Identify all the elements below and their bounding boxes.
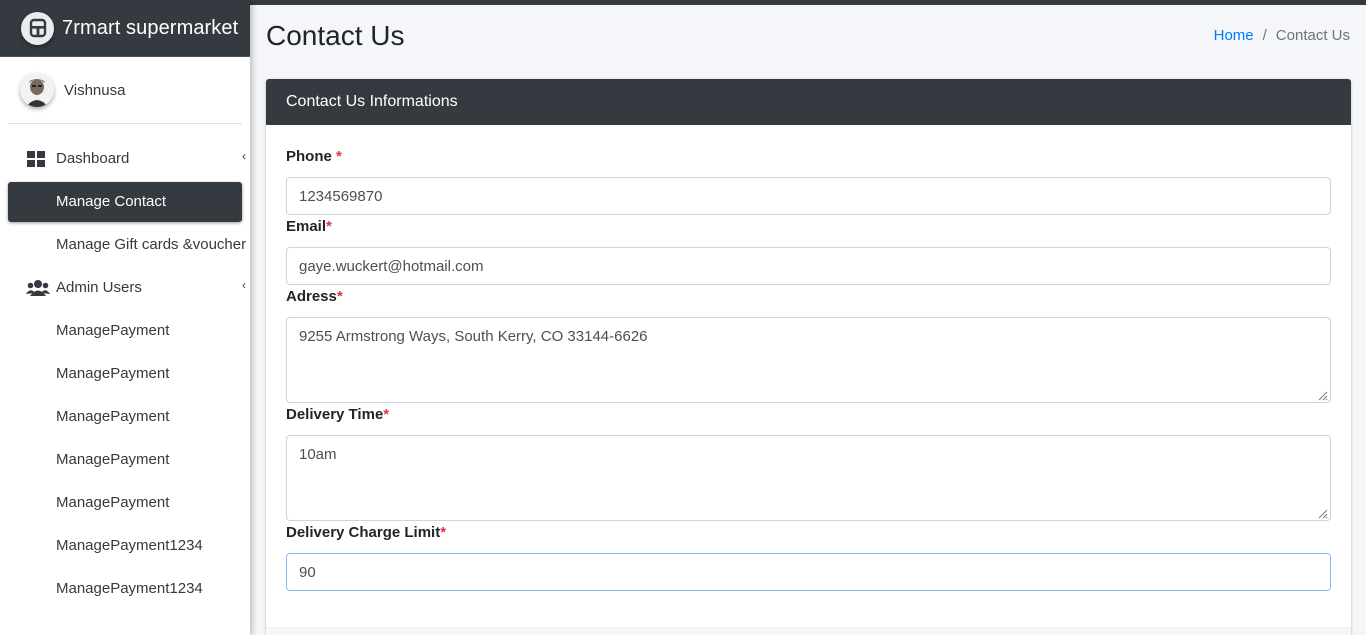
address-textarea-value: 9255 Armstrong Ways, South Kerry, CO 331… bbox=[299, 328, 648, 345]
required-marker: * bbox=[440, 524, 447, 541]
brand-link[interactable]: 7rmart supermarket bbox=[0, 0, 250, 57]
card-title: Contact Us Informations bbox=[286, 93, 458, 110]
sidebar-item-manage-gift-cards[interactable]: Manage Gift cards &voucher bbox=[8, 225, 246, 265]
sidebar-nav: Dashboard ‹ Manage Contact Manage Gift c… bbox=[0, 124, 250, 609]
required-marker: * bbox=[336, 288, 343, 305]
email-input-value: gaye.wuckert@hotmail.com bbox=[299, 257, 484, 275]
sidebar-item-label: Manage Contact bbox=[56, 193, 167, 210]
required-marker: * bbox=[336, 148, 342, 165]
sidebar-item-label: Dashboard bbox=[56, 150, 130, 167]
chevron-left-icon[interactable]: ‹ bbox=[242, 149, 246, 163]
resize-handle-icon[interactable] bbox=[1316, 388, 1328, 401]
brand-name: 7rmart supermarket bbox=[62, 16, 239, 39]
users-icon bbox=[26, 279, 50, 297]
sidebar-item-manage-payment[interactable]: ManagePayment bbox=[8, 440, 242, 480]
delivery-time-label: Delivery Time* bbox=[286, 406, 389, 423]
sidebar-item-label: Manage Gift cards &voucher bbox=[56, 236, 247, 253]
sidebar-item-manage-payment[interactable]: ManagePayment bbox=[8, 397, 242, 437]
dashboard-icon bbox=[26, 150, 48, 168]
sidebar-item-label: ManagePayment1234 bbox=[56, 537, 203, 554]
sidebar: 7rmart supermarket Vishnusa Dashboard ‹ … bbox=[0, 0, 250, 635]
delivery-charge-limit-label-text: Delivery Charge Limit bbox=[286, 524, 441, 541]
sidebar-item-manage-payment[interactable]: ManagePayment bbox=[8, 354, 242, 394]
contact-info-card: Contact Us Informations Phone * 12345698… bbox=[266, 79, 1351, 635]
sidebar-item-manage-payment[interactable]: ManagePayment bbox=[8, 483, 242, 523]
breadcrumb: Home / Contact Us bbox=[1214, 27, 1350, 44]
page-title: Contact Us bbox=[266, 20, 405, 51]
sidebar-item-label: ManagePayment bbox=[56, 365, 170, 382]
address-label-text: Adress bbox=[286, 288, 337, 305]
sidebar-item-admin-users[interactable]: Admin Users ‹ bbox=[8, 268, 246, 308]
phone-label: Phone * bbox=[286, 148, 342, 165]
email-input[interactable]: gaye.wuckert@hotmail.com bbox=[286, 247, 1331, 285]
address-textarea[interactable]: 9255 Armstrong Ways, South Kerry, CO 331… bbox=[286, 317, 1331, 403]
phone-label-text: Phone bbox=[286, 148, 332, 165]
chevron-left-icon[interactable]: ‹ bbox=[242, 278, 246, 292]
delivery-charge-limit-label: Delivery Charge Limit* bbox=[286, 524, 446, 541]
resize-handle-icon[interactable] bbox=[1316, 506, 1328, 519]
sidebar-item-manage-payment-1234[interactable]: ManagePayment1234 bbox=[8, 569, 242, 609]
user-name[interactable]: Vishnusa bbox=[64, 82, 125, 99]
user-panel[interactable]: Vishnusa bbox=[8, 57, 242, 124]
email-label-text: Email bbox=[286, 218, 327, 235]
sidebar-item-label: ManagePayment1234 bbox=[56, 580, 203, 597]
sidebar-item-label: ManagePayment bbox=[56, 494, 170, 511]
sidebar-item-manage-payment[interactable]: ManagePayment bbox=[8, 311, 242, 351]
address-label: Adress* bbox=[286, 288, 343, 305]
delivery-charge-limit-input[interactable]: 90 bbox=[286, 553, 1331, 591]
email-label: Email* bbox=[286, 218, 332, 235]
phone-input[interactable]: 1234569870 bbox=[286, 177, 1331, 215]
delivery-charge-limit-input-value: 90 bbox=[299, 563, 316, 581]
sidebar-item-label: Admin Users bbox=[56, 279, 142, 296]
card-footer bbox=[266, 627, 1351, 635]
avatar bbox=[20, 73, 54, 107]
breadcrumb-separator: / bbox=[1262, 27, 1267, 44]
delivery-time-label-text: Delivery Time bbox=[286, 406, 384, 423]
required-marker: * bbox=[326, 218, 332, 235]
sidebar-item-label: ManagePayment bbox=[56, 322, 170, 339]
sidebar-item-label: ManagePayment bbox=[56, 408, 170, 425]
brand-logo-icon bbox=[21, 11, 54, 45]
required-marker: * bbox=[383, 406, 390, 423]
breadcrumb-current: Contact Us bbox=[1275, 27, 1350, 44]
sidebar-item-manage-contact[interactable]: Manage Contact bbox=[8, 182, 242, 222]
card-header: Contact Us Informations bbox=[266, 79, 1351, 125]
delivery-time-textarea-value: 10am bbox=[299, 446, 337, 463]
top-navbar bbox=[250, 0, 1366, 5]
sidebar-item-manage-payment-1234[interactable]: ManagePayment1234 bbox=[8, 526, 242, 566]
delivery-time-textarea[interactable]: 10am bbox=[286, 435, 1331, 521]
breadcrumb-home-link[interactable]: Home bbox=[1214, 27, 1254, 44]
phone-input-value: 1234569870 bbox=[299, 187, 383, 205]
sidebar-item-dashboard[interactable]: Dashboard ‹ bbox=[8, 139, 246, 179]
sidebar-item-label: ManagePayment bbox=[56, 451, 170, 468]
